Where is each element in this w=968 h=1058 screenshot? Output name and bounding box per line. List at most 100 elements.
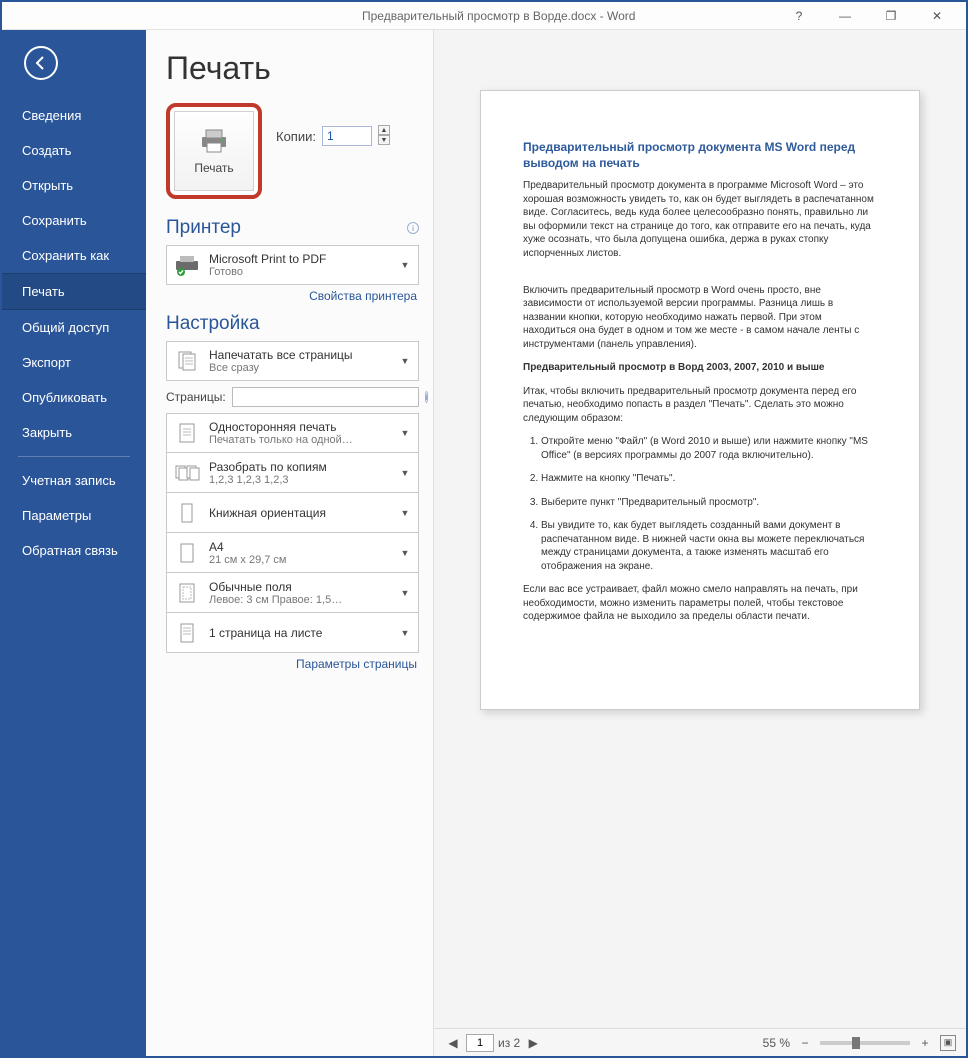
current-page-input[interactable] [466,1034,494,1052]
sidebar-label: Общий доступ [22,320,109,335]
sidebar-label: Сохранить как [22,248,109,263]
close-icon: ✕ [932,9,942,23]
prev-page-button[interactable]: ◀ [444,1034,462,1052]
preview-heading: Предварительный просмотр документа MS Wo… [523,139,877,171]
print-range-title: Напечатать все страницы [209,348,390,362]
sidebar-item-save[interactable]: Сохранить [2,203,146,238]
zoom-slider-knob[interactable] [852,1037,860,1049]
chevron-down-icon: ▼ [398,468,412,478]
sidebar-item-info[interactable]: Сведения [2,98,146,133]
sidebar-label: Сведения [22,108,81,123]
sidebar-item-saveas[interactable]: Сохранить как [2,238,146,273]
orientation-dropdown[interactable]: Книжная ориентация ▼ [166,493,419,533]
preview-scroll[interactable]: Предварительный просмотр документа MS Wo… [434,30,966,1028]
margins-sub: Левое: 3 см Правое: 1,5… [209,594,390,606]
collate-icon [173,459,201,487]
print-settings-panel: Печать Печать Копии: ▲ ▼ [146,30,434,1056]
print-button[interactable]: Печать [174,111,254,191]
chevron-down-icon: ▼ [398,356,412,366]
print-preview-area: Предварительный просмотр документа MS Wo… [434,30,966,1056]
pages-input[interactable] [232,387,419,407]
spinner-up-icon[interactable]: ▲ [378,125,390,135]
page-title: Печать [166,50,419,87]
zoom-slider[interactable] [820,1041,910,1045]
sidebar-item-options[interactable]: Параметры [2,498,146,533]
sidebar-item-feedback[interactable]: Обратная связь [2,533,146,568]
collate-title: Разобрать по копиям [209,460,390,474]
preview-list-item: Вы увидите то, как будет выглядеть созда… [541,519,877,573]
margins-title: Обычные поля [209,580,390,594]
sidebar-label: Создать [22,143,71,158]
back-button[interactable] [24,46,58,80]
sidebar-item-new[interactable]: Создать [2,133,146,168]
pps-title: 1 страница на листе [209,626,390,640]
minimize-button[interactable]: — [822,2,868,30]
sidebar-item-share[interactable]: Общий доступ [2,310,146,345]
zoom-percent: 55 % [763,1036,790,1050]
sidebar-item-publish[interactable]: Опубликовать [2,380,146,415]
page-setup-link[interactable]: Параметры страницы [166,657,417,671]
spinner-down-icon[interactable]: ▼ [378,135,390,145]
printer-info-icon[interactable]: i [407,222,419,234]
paper-title: A4 [209,540,390,554]
sides-dropdown[interactable]: Односторонняя печать Печатать только на … [166,413,419,453]
copies-input[interactable] [322,126,372,146]
zoom-in-button[interactable]: + [916,1034,934,1052]
preview-paragraph: Итак, чтобы включить предварительный про… [523,385,877,426]
preview-bottom-bar: ◀ из 2 ▶ 55 % − + ▣ [434,1028,966,1056]
sidebar-item-close[interactable]: Закрыть [2,415,146,450]
copies-label: Копии: [276,129,316,144]
close-button[interactable]: ✕ [914,2,960,30]
zoom-out-button[interactable]: − [796,1034,814,1052]
preview-page: Предварительный просмотр документа MS Wo… [480,90,920,710]
collate-sub: 1,2,3 1,2,3 1,2,3 [209,474,390,486]
pages-icon [173,347,201,375]
sides-sub: Печатать только на одной… [209,434,390,446]
sidebar-label: Сохранить [22,213,87,228]
printer-dropdown[interactable]: Microsoft Print to PDF Готово ▼ [166,245,419,285]
printer-properties-link[interactable]: Свойства принтера [166,289,417,303]
portrait-icon [173,499,201,527]
oneside-icon [173,419,201,447]
pps-icon [173,619,201,647]
sidebar-label: Открыть [22,178,73,193]
backstage-sidebar: Сведения Создать Открыть Сохранить Сохра… [2,30,146,1056]
sidebar-label: Параметры [22,508,91,523]
margins-icon [173,579,201,607]
chevron-down-icon: ▼ [398,588,412,598]
preview-list-item: Нажмите на кнопку "Печать". [541,472,877,486]
preview-subhead: Предварительный просмотр в Ворд 2003, 20… [523,362,824,373]
copies-spinner[interactable]: ▲ ▼ [378,125,390,147]
paper-icon [173,539,201,567]
next-page-button[interactable]: ▶ [524,1034,542,1052]
chevron-down-icon: ▼ [398,260,412,270]
sidebar-label: Экспорт [22,355,71,370]
settings-section-title: Настройка [166,313,260,335]
print-range-dropdown[interactable]: Напечатать все страницы Все сразу ▼ [166,341,419,381]
sidebar-item-open[interactable]: Открыть [2,168,146,203]
help-button[interactable]: ? [776,2,822,30]
sidebar-label: Закрыть [22,425,72,440]
zoom-to-page-button[interactable]: ▣ [940,1035,956,1051]
print-range-sub: Все сразу [209,362,390,374]
sidebar-item-export[interactable]: Экспорт [2,345,146,380]
document-title: Предварительный просмотр в Ворде.docx - … [362,9,635,23]
print-button-label: Печать [194,161,233,175]
printer-section-title: Принтер [166,217,241,239]
pages-info-icon[interactable]: i [425,391,429,403]
sidebar-item-account[interactable]: Учетная запись [2,463,146,498]
sidebar-separator [18,456,130,457]
pages-per-sheet-dropdown[interactable]: 1 страница на листе ▼ [166,613,419,653]
minimize-icon: — [839,9,851,23]
restore-icon: ❐ [886,9,897,23]
printer-icon [198,127,230,155]
sidebar-label: Учетная запись [22,473,116,488]
preview-list-item: Выберите пункт "Предварительный просмотр… [541,496,877,510]
restore-button[interactable]: ❐ [868,2,914,30]
sidebar-item-print[interactable]: Печать [2,273,146,310]
papersize-dropdown[interactable]: A4 21 см x 29,7 см ▼ [166,533,419,573]
collate-dropdown[interactable]: Разобрать по копиям 1,2,3 1,2,3 1,2,3 ▼ [166,453,419,493]
sides-title: Односторонняя печать [209,420,390,434]
margins-dropdown[interactable]: Обычные поля Левое: 3 см Правое: 1,5… ▼ [166,573,419,613]
printer-status: Готово [209,266,390,278]
